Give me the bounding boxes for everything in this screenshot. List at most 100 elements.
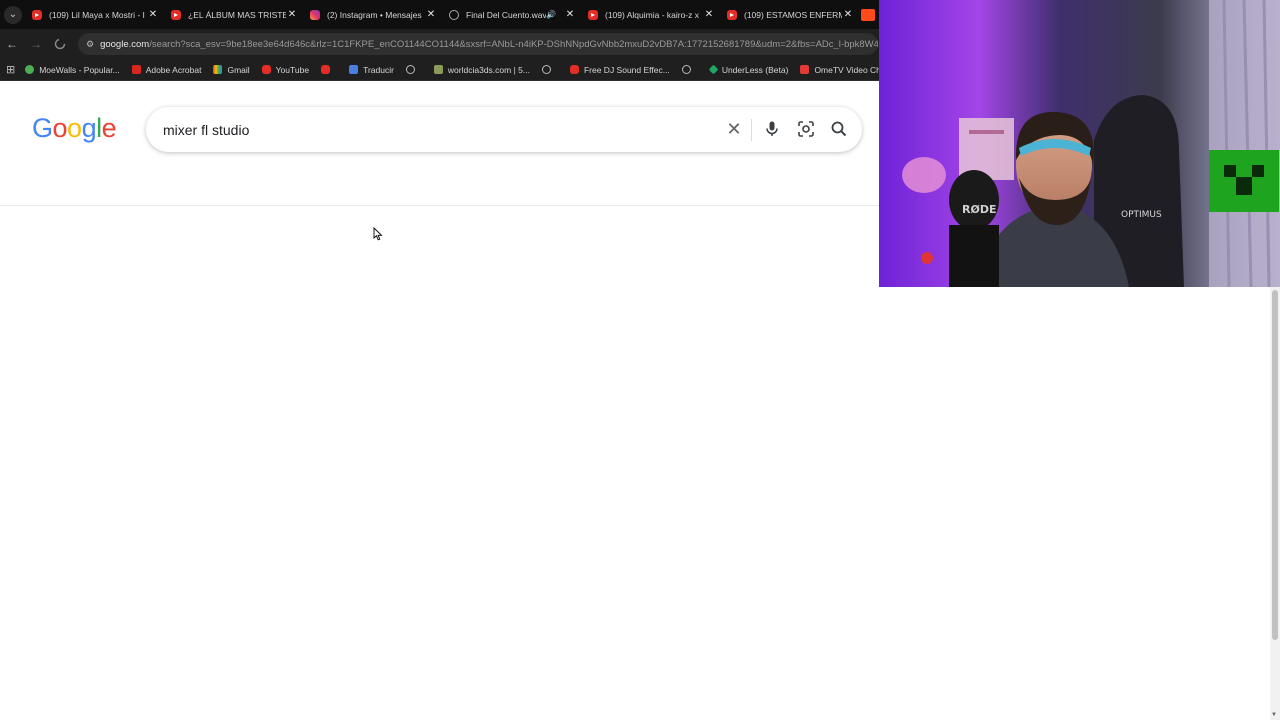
bookmark-item[interactable]: worldcia3ds.com | 5...: [433, 64, 530, 75]
bookmark-item[interactable]: [541, 65, 556, 74]
search-button[interactable]: [829, 119, 849, 139]
tab-title: (2) Instagram • Mensajes: [327, 9, 422, 20]
tab-list: (109) Lil Maya x Mostri - I ✕ ¿EL ÁLBUM MA…: [26, 0, 860, 29]
camera-lens-icon: [798, 121, 814, 137]
apps-grid-icon[interactable]: ⊞: [6, 63, 15, 76]
image-search-button[interactable]: [796, 119, 816, 139]
tab-title: (109) Alquimia - kairo-z x: [605, 9, 700, 20]
youtube-icon: [727, 9, 737, 20]
bookmarks-bar: ⊞ MoeWalls - Popular... Adobe Acrobat Gmai…: [0, 59, 895, 81]
bookmark-favicon-icon: [433, 65, 443, 74]
globe-icon: [449, 9, 459, 20]
clear-search-button[interactable]: ✕: [724, 119, 744, 139]
screen: ⌄ (109) Lil Maya x Mostri - I ✕ ¿EL ÁLBUM …: [0, 0, 1280, 720]
scroll-down-icon[interactable]: ▼: [1271, 712, 1277, 718]
bookmark-favicon-icon: [261, 65, 271, 74]
browser-tab[interactable]: (109) Alquimia - kairo-z x ✕: [582, 0, 721, 29]
bookmark-favicon-icon: [541, 65, 551, 74]
bookmark-list: MoeWalls - Popular... Adobe Acrobat Gmail Y…: [25, 65, 907, 75]
bookmark-label: Traducir: [363, 64, 394, 75]
speaker-icon[interactable]: 🔊: [546, 10, 556, 19]
url-path: /search?sca_esv=9be18ee3e64d646c&rlz=1C1…: [149, 38, 878, 50]
microphone-icon: [766, 121, 778, 136]
chevron-down-icon: ⌄: [4, 5, 22, 24]
tab-search-button[interactable]: ⌄: [0, 0, 26, 29]
bookmark-item[interactable]: YouTube: [261, 64, 310, 75]
bookmark-item[interactable]: Traducir: [349, 65, 394, 75]
bookmark-item[interactable]: MoeWalls - Popular...: [25, 64, 120, 75]
logo-letter: e: [101, 113, 117, 143]
bookmark-item[interactable]: UnderLess (Beta): [708, 64, 789, 75]
site-info-icon[interactable]: ⚙: [86, 39, 94, 50]
bookmark-label: UnderLess (Beta): [721, 64, 789, 75]
bookmark-favicon-icon: [800, 65, 810, 74]
mouse-cursor-icon: [373, 227, 383, 241]
webcam-overlay: OPTIMUS RØDE: [879, 0, 1280, 287]
webcam-scene: OPTIMUS RØDE: [879, 0, 1280, 287]
chair-brand-text: OPTIMUS: [1121, 210, 1162, 220]
bookmark-item[interactable]: [405, 65, 420, 74]
tab-title: (109) Lil Maya x Mostri - I: [49, 9, 145, 20]
close-tab-icon[interactable]: ✕: [286, 9, 298, 20]
search-input[interactable]: [163, 121, 703, 138]
bookmark-item[interactable]: [681, 65, 696, 74]
bookmark-item[interactable]: Gmail: [213, 64, 250, 75]
close-icon: ✕: [726, 119, 742, 139]
browser-tab[interactable]: (109) Lil Maya x Mostri - I ✕: [26, 0, 165, 29]
soundcloud-tab-icon[interactable]: [861, 8, 875, 21]
url-text: google.com/search?sca_esv=9be18ee3e64d64…: [100, 39, 878, 50]
google-results-page: Google ✕: [0, 84, 880, 720]
youtube-icon: [171, 9, 181, 20]
tab-title: Final Del Cuento.wav: [466, 9, 547, 20]
bookmark-item[interactable]: Free DJ Sound Effec...: [569, 65, 670, 75]
youtube-icon: [588, 9, 598, 20]
logo-letter: o: [67, 113, 82, 143]
navigation-bar: ← → ⚙ google.com/search?sca_esv=9be18ee3…: [0, 29, 880, 59]
bookmark-favicon-icon: [321, 65, 331, 74]
bookmark-item[interactable]: [321, 65, 335, 74]
page-scrollbar[interactable]: ▼: [1270, 286, 1280, 720]
bookmark-item[interactable]: Adobe Acrobat: [131, 64, 202, 75]
reload-button[interactable]: [48, 32, 72, 56]
address-bar[interactable]: ⚙ google.com/search?sca_esv=9be18ee3e64d…: [78, 33, 878, 55]
bookmark-favicon-icon: [349, 65, 359, 74]
header-divider: [0, 205, 880, 206]
close-tab-icon[interactable]: ✕: [425, 9, 437, 20]
bookmark-favicon-icon: [681, 65, 691, 74]
bookmark-label: YouTube: [275, 64, 310, 75]
logo-letter: o: [52, 113, 68, 143]
search-box: ✕: [146, 107, 862, 152]
instagram-icon: [310, 9, 320, 20]
logo-letter: g: [81, 113, 97, 143]
tab-title: ¿EL ÁLBUM MAS TRISTE D: [188, 9, 286, 20]
bookmark-favicon-icon: [131, 65, 141, 74]
bookmark-label: MoeWalls - Popular...: [39, 64, 120, 75]
forward-button[interactable]: →: [24, 32, 48, 56]
browser-tab[interactable]: ¿EL ÁLBUM MAS TRISTE D ✕: [165, 0, 304, 29]
close-tab-icon[interactable]: ✕: [564, 9, 576, 20]
search-icon: [831, 121, 847, 137]
close-tab-icon[interactable]: ✕: [703, 9, 715, 20]
bookmark-label: Adobe Acrobat: [145, 64, 202, 75]
url-domain: google.com: [100, 38, 150, 50]
back-button[interactable]: ←: [0, 32, 24, 56]
browser-tab[interactable]: (109) ESTAMOS ENFERMO ✕: [721, 0, 860, 29]
browser-tab[interactable]: Final Del Cuento.wav 🔊 ✕: [443, 0, 582, 29]
youtube-icon: [32, 9, 42, 20]
search-divider: [751, 119, 752, 141]
browser-tab[interactable]: (2) Instagram • Mensajes ✕: [304, 0, 443, 29]
google-logo[interactable]: Google: [32, 113, 117, 144]
bookmark-label: Gmail: [227, 64, 250, 75]
close-tab-icon[interactable]: ✕: [842, 9, 854, 20]
bookmark-label: worldcia3ds.com | 5...: [447, 64, 530, 75]
logo-letter: G: [32, 113, 53, 143]
bookmark-favicon-icon: [708, 64, 719, 75]
voice-search-button[interactable]: [762, 119, 782, 139]
close-tab-icon[interactable]: ✕: [147, 9, 159, 20]
arrow-left-icon: ←: [6, 37, 18, 51]
bookmark-favicon-icon: [25, 65, 35, 74]
loading-spinner-icon: [54, 38, 66, 50]
bookmark-favicon-icon: [569, 65, 579, 74]
scrollbar-thumb[interactable]: [1272, 290, 1278, 640]
bookmark-favicon-icon: [213, 65, 223, 74]
